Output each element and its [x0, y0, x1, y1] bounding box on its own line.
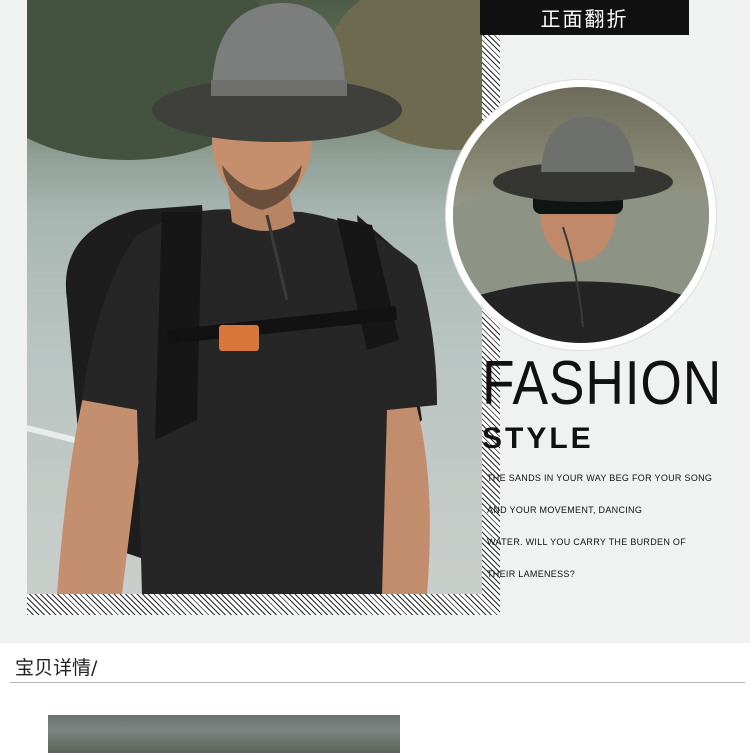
quote-line: THE SANDS IN YOUR WAY BEG FOR YOUR SONG: [487, 473, 713, 483]
style-subheadline: STYLE: [482, 422, 594, 455]
quote-line: THEIR LAMENESS?: [487, 569, 576, 579]
main-product-photo: [27, 0, 482, 594]
detail-photo-preview: [48, 715, 400, 753]
man-figure: [57, 3, 437, 594]
section-title: 宝贝详情/: [15, 657, 98, 679]
fold-label: 正面翻折: [480, 0, 689, 35]
section-divider: [10, 682, 745, 683]
quote-line: WATER. WILL YOU CARRY THE BURDEN OF: [487, 537, 687, 547]
fashion-headline: FASHION: [482, 349, 723, 418]
detail-circle-photo: [453, 87, 709, 343]
side-view-figure: [453, 117, 709, 343]
quote-line: AND YOUR MOVEMENT, DANCING: [487, 505, 643, 515]
